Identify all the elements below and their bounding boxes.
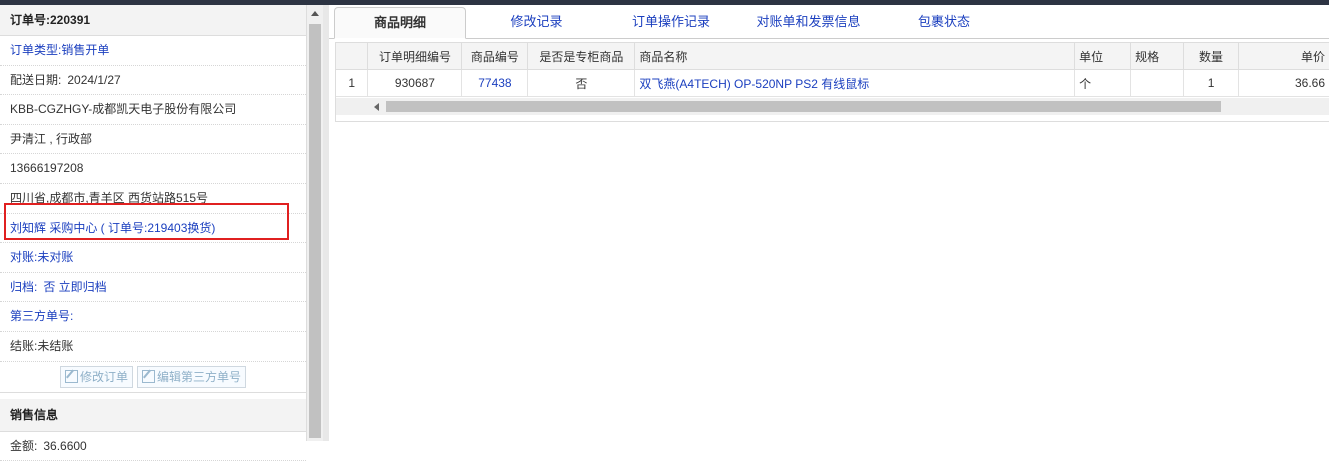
edit-order-button[interactable]: 修改订单 bbox=[59, 365, 133, 388]
amount-row: 金额: 36.6600 bbox=[0, 432, 306, 461]
delivery-date-label: 配送日期: bbox=[10, 72, 62, 87]
archive-row[interactable]: 归档: 否 立即归档 bbox=[0, 273, 306, 303]
col-header-index bbox=[336, 43, 369, 70]
order-type-row[interactable]: 订单类型:销售开单 bbox=[0, 36, 306, 66]
tab-edit-history[interactable]: 修改记录 bbox=[479, 7, 594, 37]
left-panel-scrollbar[interactable] bbox=[306, 5, 323, 441]
edit-third-party-label: 编辑第三方单号 bbox=[157, 369, 242, 384]
delivery-date-value: 2024/1/27 bbox=[67, 72, 121, 87]
reconcile-value[interactable]: 未对账 bbox=[37, 250, 73, 264]
cell-product-id-link[interactable]: 77438 bbox=[461, 69, 529, 97]
company-row: KBB-CGZHGY-成都凯天电子股份有限公司 bbox=[0, 95, 306, 125]
product-table: 订单明细编号 商品编号 是否是专柜商品 商品名称 单位 规格 数量 单价 1 9… bbox=[336, 43, 1329, 97]
order-number-label: 订单号: bbox=[10, 13, 50, 27]
col-header-spec[interactable]: 规格 bbox=[1130, 43, 1185, 70]
order-type-value[interactable]: 销售开单 bbox=[61, 43, 109, 57]
cell-product-name-link[interactable]: 双飞燕(A4TECH) OP-520NP PS2 有线鼠标 bbox=[634, 69, 1076, 97]
archive-link[interactable]: 否 立即归档 bbox=[43, 280, 106, 294]
cell-spec bbox=[1130, 69, 1185, 97]
archive-label: 归档: bbox=[10, 279, 38, 294]
order-number-value: 220391 bbox=[50, 13, 91, 27]
tab-bar: 商品明细 修改记录 订单操作记录 对账单和发票信息 包裹状态 bbox=[329, 5, 1329, 39]
action-buttons: 修改订单 编辑第三方单号 bbox=[0, 362, 306, 393]
reconcile-row[interactable]: 对账:未对账 bbox=[0, 243, 306, 273]
delivery-date-row: 配送日期: 2024/1/27 bbox=[0, 66, 306, 96]
col-header-quantity[interactable]: 数量 bbox=[1183, 43, 1240, 70]
col-header-unit-price[interactable]: 单价 bbox=[1238, 43, 1329, 70]
table-header-row: 订单明细编号 商品编号 是否是专柜商品 商品名称 单位 规格 数量 单价 bbox=[336, 43, 1329, 70]
settle-label: 结账: bbox=[10, 338, 38, 353]
cell-unit: 个 bbox=[1074, 69, 1132, 97]
edit-icon bbox=[142, 370, 155, 384]
sales-section-title: 销售信息 bbox=[0, 398, 306, 432]
cell-detail-id: 930687 bbox=[367, 69, 463, 97]
order-number-row: 订单号:220391 bbox=[0, 5, 306, 36]
tab-order-operations[interactable]: 订单操作记录 bbox=[611, 7, 731, 37]
product-table-panel: 订单明细编号 商品编号 是否是专柜商品 商品名称 单位 规格 数量 单价 1 9… bbox=[335, 42, 1329, 122]
table-row[interactable]: 1 930687 77438 否 双飞燕(A4TECH) OP-520NP PS… bbox=[336, 69, 1329, 97]
settle-value: 未结账 bbox=[37, 338, 74, 353]
col-header-product-name[interactable]: 商品名称 bbox=[634, 43, 1076, 70]
third-party-label: 第三方单号: bbox=[10, 309, 74, 324]
cell-index: 1 bbox=[336, 69, 369, 97]
scroll-left-arrow-icon[interactable] bbox=[374, 103, 379, 111]
col-header-unit[interactable]: 单位 bbox=[1074, 43, 1132, 70]
scroll-up-arrow-icon[interactable] bbox=[311, 11, 319, 16]
detail-panel: 商品明细 修改记录 订单操作记录 对账单和发票信息 包裹状态 订单明细编号 商品… bbox=[329, 5, 1329, 441]
tab-product-details[interactable]: 商品明细 bbox=[334, 7, 466, 39]
purchaser-row[interactable]: 刘知辉 采购中心 ( 订单号:219403换货) bbox=[0, 214, 306, 244]
col-header-detail-id[interactable]: 订单明细编号 bbox=[367, 43, 463, 70]
settle-row: 结账:未结账 bbox=[0, 332, 306, 362]
edit-icon bbox=[64, 370, 78, 384]
edit-third-party-button[interactable]: 编辑第三方单号 bbox=[137, 365, 247, 388]
scrollbar-thumb[interactable] bbox=[309, 24, 321, 438]
phone-row: 13666197208 bbox=[0, 154, 306, 184]
cell-unit-price: 36.66 bbox=[1238, 69, 1329, 97]
tab-statement-invoice[interactable]: 对账单和发票信息 bbox=[741, 7, 876, 37]
order-type-label: 订单类型: bbox=[10, 43, 62, 57]
horizontal-scrollbar-thumb[interactable] bbox=[386, 101, 1221, 112]
table-horizontal-scrollbar[interactable] bbox=[336, 98, 1329, 115]
cell-quantity: 1 bbox=[1183, 69, 1240, 97]
third-party-row[interactable]: 第三方单号: bbox=[0, 302, 306, 332]
reconcile-label: 对账: bbox=[10, 250, 38, 265]
order-info-panel: 订单号:220391 订单类型:销售开单 配送日期: 2024/1/27 KBB-… bbox=[0, 5, 307, 461]
col-header-product-id[interactable]: 商品编号 bbox=[461, 43, 529, 70]
cell-counter-item: 否 bbox=[527, 69, 636, 97]
col-header-counter-item[interactable]: 是否是专柜商品 bbox=[527, 43, 636, 70]
tab-package-status[interactable]: 包裹状态 bbox=[899, 7, 989, 37]
address-row: 四川省,成都市,青羊区 西货站路515号 bbox=[0, 184, 306, 214]
contact-row: 尹清江 , 行政部 bbox=[0, 125, 306, 155]
edit-order-label: 修改订单 bbox=[79, 369, 128, 384]
